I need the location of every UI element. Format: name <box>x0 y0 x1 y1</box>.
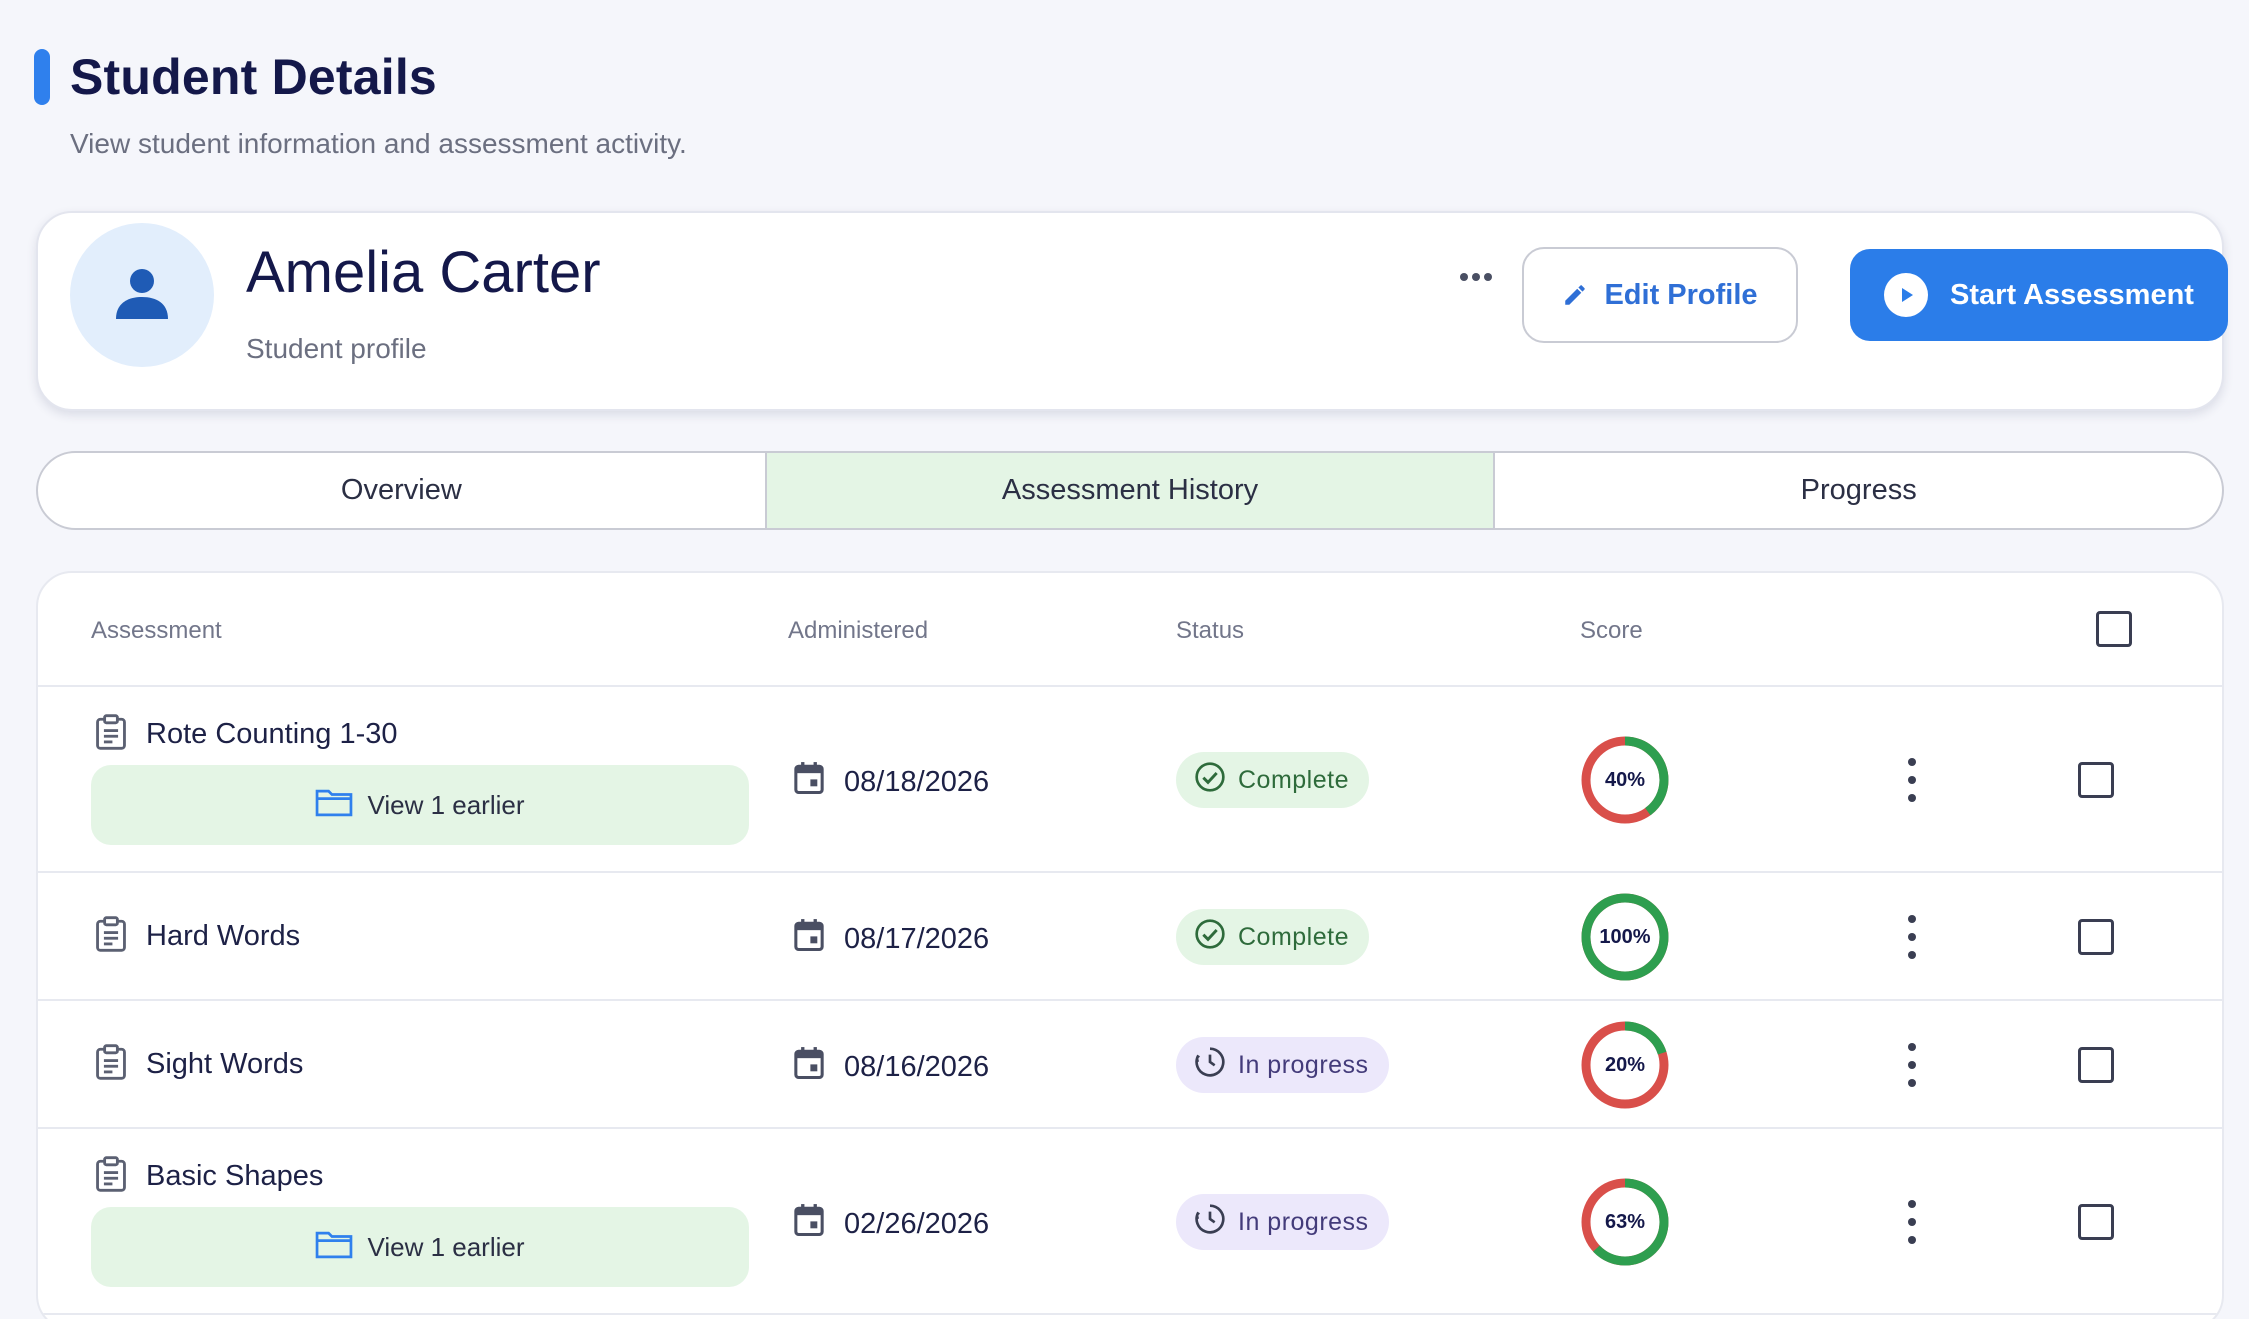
administered-date: 08/18/2026 <box>792 760 989 804</box>
assessment-table: Assessment Administered Status Score Rot… <box>36 571 2224 1319</box>
more-vertical-icon <box>1908 1200 1916 1208</box>
select-all-checkbox[interactable] <box>2096 611 2132 647</box>
assessment-cell: Basic Shapes <box>94 1155 323 1198</box>
administered-date-value: 08/17/2026 <box>844 922 990 955</box>
play-circle-icon <box>1884 273 1929 317</box>
page-header: Student Details View student information… <box>34 48 687 160</box>
administered-date-value: 08/16/2026 <box>844 1050 990 1083</box>
administered-date: 02/26/2026 <box>792 1202 989 1246</box>
score-ring: 40% <box>1580 735 1670 825</box>
profile-card: Amelia Carter Student profile Edit Profi… <box>36 211 2228 411</box>
assessment-name[interactable]: Sight Words <box>146 1048 303 1081</box>
person-icon <box>116 269 168 319</box>
status-label: In progress <box>1238 1050 1369 1079</box>
assessment-name[interactable]: Rote Counting 1-30 <box>146 718 398 751</box>
clipboard-icon <box>94 1155 128 1198</box>
assessment-name[interactable]: Hard Words <box>146 920 300 953</box>
administered-date: 08/17/2026 <box>792 917 989 961</box>
score-ring: 63% <box>1580 1177 1670 1267</box>
row-checkbox[interactable] <box>2078 1047 2114 1083</box>
status-label: In progress <box>1238 1207 1369 1236</box>
row-checkbox[interactable] <box>2078 919 2114 955</box>
pencil-icon <box>1565 285 1586 305</box>
column-header-assessment: Assessment <box>91 617 222 644</box>
tab-assessment-history[interactable]: Assessment History <box>764 453 1494 528</box>
page-subtitle: View student information and assessment … <box>70 128 687 159</box>
column-header-status: Status <box>1176 617 1245 644</box>
assessment-name[interactable]: Basic Shapes <box>146 1160 323 1193</box>
page-title: Student Details <box>70 49 437 105</box>
column-header-score: Score <box>1580 617 1643 644</box>
check-circle-icon <box>1194 918 1226 957</box>
score-ring: 20% <box>1580 1020 1670 1110</box>
calendar-icon <box>792 1202 826 1246</box>
student-name: Amelia Carter <box>246 240 601 305</box>
table-row[interactable]: Rote Counting 1-30 View 1 earlier 08/18/20… <box>38 687 2222 873</box>
clock-history-icon <box>1194 1203 1226 1242</box>
clipboard-icon <box>94 1043 128 1086</box>
view-earlier-button[interactable]: View 1 earlier <box>91 765 749 845</box>
more-dots-icon <box>1460 273 1468 281</box>
table-row[interactable]: Basic Shapes View 1 earlier 02/26/2026 In p… <box>38 1129 2222 1315</box>
row-menu-button[interactable] <box>1900 1200 1924 1244</box>
table-row[interactable]: Hard Words 08/17/2026 Complete 100% <box>38 873 2222 1001</box>
folder-icon <box>315 1229 353 1266</box>
edit-profile-button[interactable]: Edit Profile <box>1522 247 1798 343</box>
row-menu-button[interactable] <box>1900 915 1924 959</box>
row-menu-button[interactable] <box>1900 758 1924 802</box>
administered-date-value: 02/26/2026 <box>844 1207 990 1240</box>
row-checkbox[interactable] <box>2078 762 2114 798</box>
check-circle-icon <box>1194 761 1226 800</box>
assessment-cell: Hard Words <box>94 915 300 958</box>
column-header-administered: Administered <box>788 617 929 644</box>
table-row[interactable]: Sight Words 08/16/2026 In progress 20% <box>38 1001 2222 1129</box>
administered-date-value: 08/18/2026 <box>844 765 990 798</box>
calendar-icon <box>792 1045 826 1089</box>
clipboard-icon <box>94 713 128 756</box>
status-badge: Complete <box>1176 752 1369 808</box>
edit-profile-label: Edit Profile <box>1604 278 1758 311</box>
status-badge: In progress <box>1176 1037 1389 1093</box>
administered-date: 08/16/2026 <box>792 1045 989 1089</box>
folder-icon <box>315 787 353 824</box>
student-role: Student profile <box>246 333 427 364</box>
tab-progress[interactable]: Progress <box>1493 453 2222 528</box>
view-earlier-button[interactable]: View 1 earlier <box>91 1207 749 1287</box>
tab-overview[interactable]: Overview <box>38 453 765 528</box>
clock-history-icon <box>1194 1046 1226 1085</box>
calendar-icon <box>792 760 826 804</box>
score-label: 100% <box>1599 925 1651 948</box>
assessment-cell: Sight Words <box>94 1043 303 1086</box>
view-earlier-label: View 1 earlier <box>367 789 525 820</box>
score-ring: 100% <box>1580 892 1670 982</box>
status-label: Complete <box>1238 765 1349 794</box>
clipboard-icon <box>94 915 128 958</box>
start-assessment-button[interactable]: Start Assessment <box>1850 249 2228 341</box>
more-vertical-icon <box>1908 758 1916 766</box>
more-vertical-icon <box>1908 915 1916 923</box>
row-menu-button[interactable] <box>1900 1043 1924 1087</box>
title-accent-bar <box>34 49 50 105</box>
table-header: Assessment Administered Status Score <box>38 573 2222 687</box>
score-label: 40% <box>1604 768 1646 791</box>
calendar-icon <box>792 917 826 961</box>
score-label: 63% <box>1604 1210 1646 1233</box>
assessment-cell: Rote Counting 1-30 <box>94 713 398 756</box>
start-assessment-label: Start Assessment <box>1950 278 2194 311</box>
status-badge: Complete <box>1176 909 1369 965</box>
more-options-button[interactable] <box>1448 265 1504 289</box>
row-checkbox[interactable] <box>2078 1204 2114 1240</box>
view-earlier-label: View 1 earlier <box>367 1231 525 1262</box>
status-label: Complete <box>1238 922 1349 951</box>
status-badge: In progress <box>1176 1194 1389 1250</box>
avatar <box>70 223 214 367</box>
more-vertical-icon <box>1908 1043 1916 1051</box>
tab-bar: Overview Assessment History Progress <box>36 451 2224 530</box>
score-label: 20% <box>1604 1053 1646 1076</box>
